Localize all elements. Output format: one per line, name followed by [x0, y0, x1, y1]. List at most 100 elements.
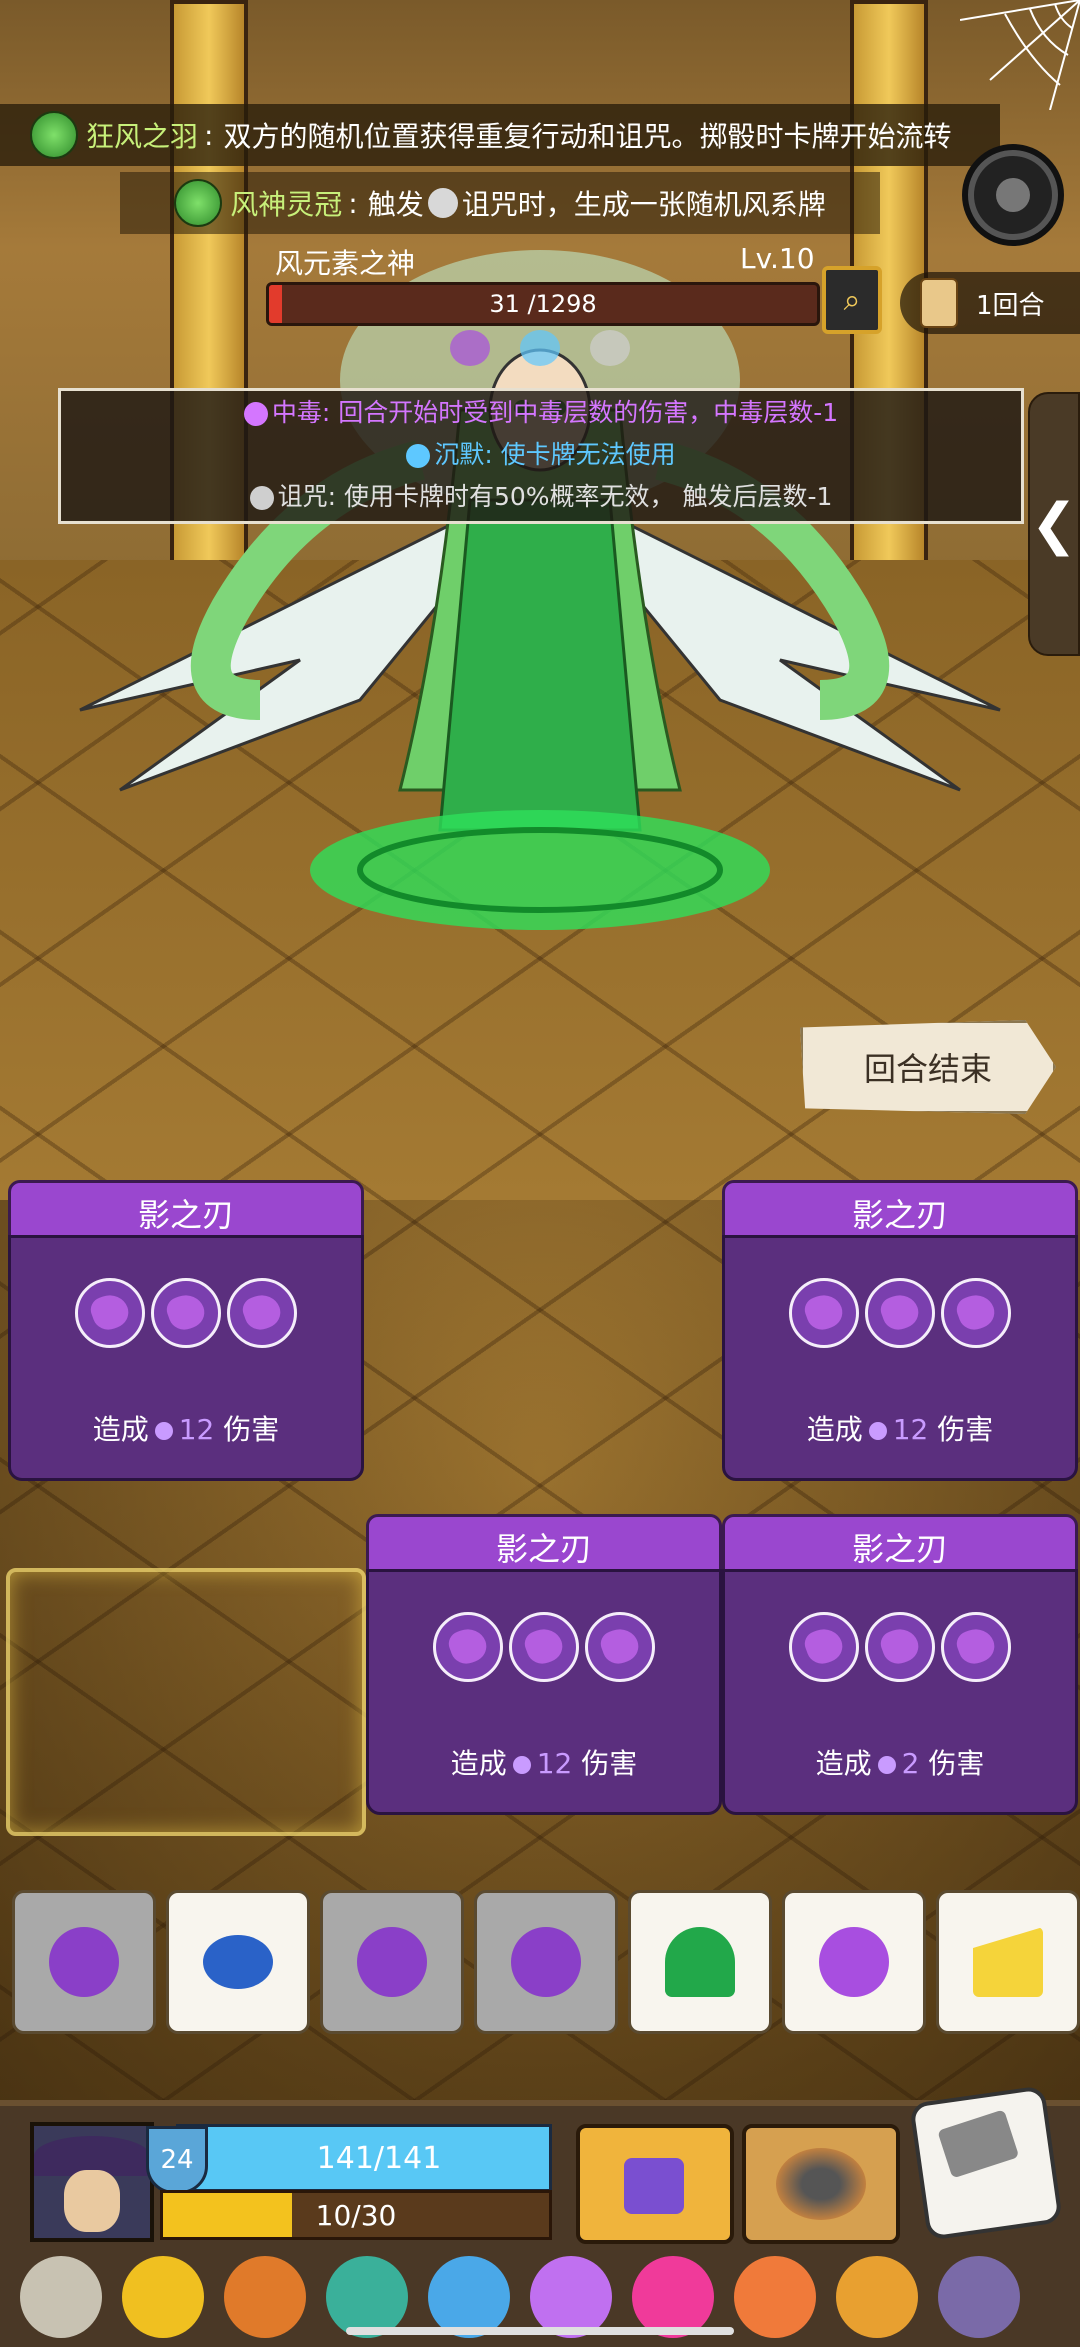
wind-feather-icon	[30, 111, 78, 159]
moon-icon	[154, 1422, 173, 1440]
skull-icon	[427, 188, 458, 218]
damage-value: 12	[536, 1747, 573, 1780]
crescent-icon[interactable]	[938, 2256, 1020, 2338]
die-purple-crystal[interactable]	[12, 1890, 156, 2034]
damage-value: 12	[178, 1413, 215, 1446]
poison-icon	[243, 402, 268, 426]
crystal-slot-icon[interactable]	[433, 1612, 503, 1682]
desc-before: 造成	[92, 1413, 149, 1446]
wind-crown-icon	[174, 179, 223, 227]
tooltip-poison-line: 中毒: 回合开始时受到中毒层数的伤害，中毒层数-1	[61, 393, 1021, 433]
boss-status-effects	[450, 330, 630, 366]
die-blue-macaron[interactable]	[166, 1890, 310, 2034]
round-label: 1回合	[976, 290, 1045, 321]
pink-flame-icon[interactable]	[632, 2256, 714, 2338]
damage-value: 12	[892, 1413, 929, 1446]
crystal-slot-icon[interactable]	[865, 1278, 935, 1348]
green-icecream-icon	[665, 1927, 735, 1997]
scroll-icon[interactable]	[20, 2256, 102, 2338]
card-description: 造成 12 伤害	[369, 1742, 719, 1782]
moon-orb-icon[interactable]	[530, 2256, 612, 2338]
tooltip-silence-line: 沉默: 使卡牌无法使用	[61, 435, 1021, 475]
crystal-slot-icon[interactable]	[151, 1278, 221, 1348]
crystal-slot-icon[interactable]	[865, 1612, 935, 1682]
crystal-slot-icon[interactable]	[585, 1612, 655, 1682]
card-dice-slots	[725, 1612, 1075, 1682]
die-purple-crystal[interactable]	[320, 1890, 464, 2034]
curse-skull-icon	[249, 486, 274, 510]
relic-sep: :	[348, 186, 358, 220]
crystal-slot-icon[interactable]	[941, 1278, 1011, 1348]
roll-dice-button[interactable]	[909, 2085, 1063, 2241]
poison-status-icon[interactable]	[450, 330, 490, 366]
crystal-slot-icon[interactable]	[75, 1278, 145, 1348]
flame-icon[interactable]	[224, 2256, 306, 2338]
relic-desc: 双方的随机位置获得重复行动和诅咒。掷骰时卡牌开始流转	[223, 120, 952, 153]
player-avatar[interactable]	[30, 2122, 154, 2242]
desc-after: 伤害	[581, 1747, 638, 1780]
card-shadow-blade[interactable]: 影之刃 造成 12 伤害	[722, 1180, 1078, 1481]
silence-text: : 使卡牌无法使用	[484, 440, 676, 469]
die-purple-crystal[interactable]	[474, 1890, 618, 2034]
card-shadow-blade[interactable]: 影之刃 造成 12 伤害	[8, 1180, 364, 1481]
die-purple-crystal[interactable]	[782, 1890, 926, 2034]
player-hp-bar: 141/141	[176, 2124, 552, 2192]
relic-sep: :	[204, 118, 214, 152]
moon-icon	[512, 1756, 531, 1774]
donut-icon[interactable]	[734, 2256, 816, 2338]
die-green-icecream[interactable]	[628, 1890, 772, 2034]
end-turn-button[interactable]: 回合结束	[800, 1020, 1056, 1114]
empty-card-slot-highlight[interactable]	[6, 1568, 366, 1836]
silence-key: 沉默	[434, 440, 485, 469]
inspect-magnifier-icon[interactable]: ⌕	[822, 266, 882, 334]
relic-name: 狂风之羽	[86, 120, 199, 153]
crystal-slot-icon[interactable]	[789, 1278, 859, 1348]
die-cheese[interactable]	[936, 1890, 1080, 2034]
potion-icon[interactable]	[428, 2256, 510, 2338]
relic-desc-after: 诅咒时，生成一张随机风系牌	[461, 188, 826, 221]
silence-status-icon[interactable]	[520, 330, 560, 366]
relic-name: 风神灵冠	[230, 188, 343, 221]
card-body: 造成 12 伤害	[8, 1235, 364, 1481]
crown-icon[interactable]	[122, 2256, 204, 2338]
amulet-icon[interactable]	[326, 2256, 408, 2338]
settings-gear-icon[interactable]	[968, 150, 1058, 240]
side-panel-toggle[interactable]: ❮	[1028, 392, 1080, 656]
crystal-slot-icon[interactable]	[509, 1612, 579, 1682]
purple-crystal-icon	[49, 1927, 119, 1997]
card-dice-slots	[725, 1278, 1075, 1348]
purple-crystal-icon	[357, 1927, 427, 1997]
damage-value: 2	[901, 1747, 920, 1780]
desc-after: 伤害	[937, 1413, 994, 1446]
card-description: 造成 12 伤害	[11, 1408, 361, 1448]
poison-text: : 回合开始时受到中毒层数的伤害，中毒层数-1	[321, 398, 839, 427]
purple-crystal-icon	[511, 1927, 581, 1997]
player-hp-text: 141/141	[316, 2140, 442, 2176]
curse-status-icon[interactable]	[590, 330, 630, 366]
player-level-shield-icon: 24	[146, 2126, 208, 2194]
desc-after: 伤害	[223, 1413, 280, 1446]
relic-banner-wind-crown: 风神灵冠 : 触发 诅咒时，生成一张随机风系牌	[120, 172, 880, 234]
lock-dice-button[interactable]	[576, 2124, 734, 2244]
round-counter: 1回合	[900, 272, 1080, 334]
crystal-slot-icon[interactable]	[941, 1612, 1011, 1682]
card-shadow-blade[interactable]: 影之刃 造成 12 伤害	[366, 1514, 722, 1815]
tooltip-curse-line: 诅咒: 使用卡牌时有50%概率无效， 触发后层数-1	[61, 477, 1021, 517]
player-level: 24	[160, 2145, 194, 2175]
crystal-slot-icon[interactable]	[227, 1278, 297, 1348]
card-description: 造成 2 伤害	[725, 1742, 1075, 1782]
relic-desc-before: 触发	[367, 188, 424, 221]
poison-key: 中毒	[271, 398, 322, 427]
card-shadow-blade[interactable]: 影之刃 造成 2 伤害	[722, 1514, 1078, 1815]
spiky-die-icon[interactable]	[836, 2256, 918, 2338]
energy-text: 10/30	[315, 2198, 397, 2232]
reroll-explode-button[interactable]	[742, 2124, 900, 2244]
home-indicator[interactable]	[346, 2327, 734, 2335]
boss-level: Lv.10	[740, 242, 815, 275]
cheese-icon	[973, 1927, 1043, 1997]
status-tooltip: 中毒: 回合开始时受到中毒层数的伤害，中毒层数-1 沉默: 使卡牌无法使用 诅咒…	[58, 388, 1024, 524]
silence-icon	[406, 444, 431, 468]
player-hud: 141/141 24 10/30	[0, 2085, 1080, 2347]
crystal-slot-icon[interactable]	[789, 1612, 859, 1682]
card-body: 造成 12 伤害	[722, 1235, 1078, 1481]
